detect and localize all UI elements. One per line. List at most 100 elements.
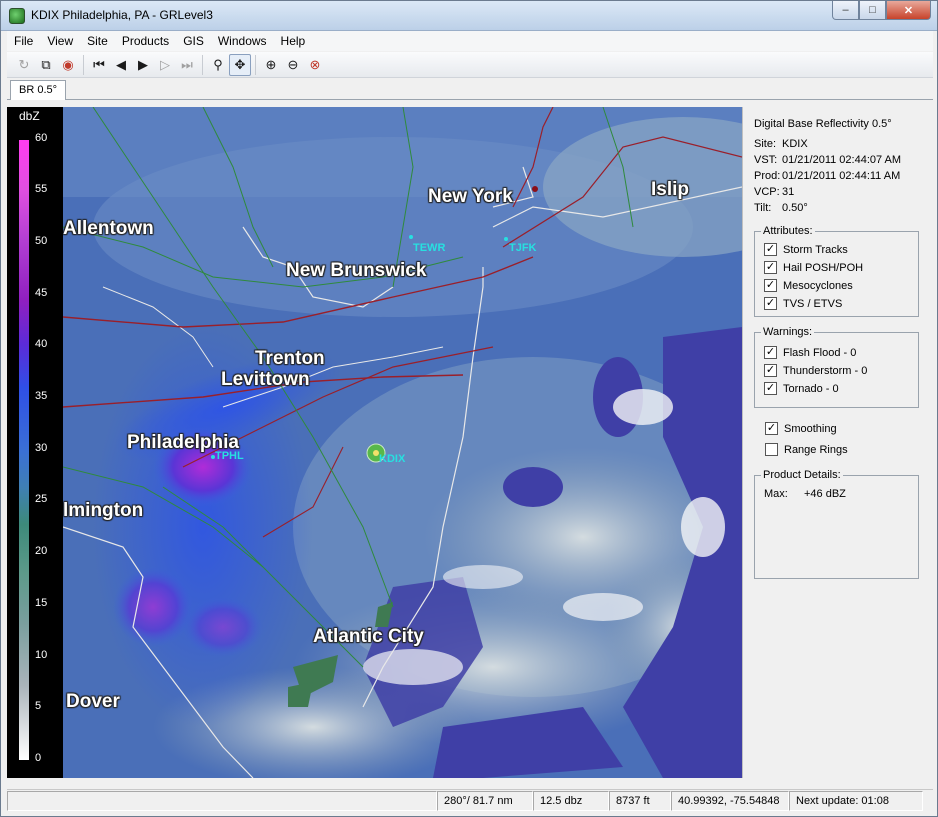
info-panel: Digital Base Reflectivity 0.5° Site: KDI… [742,107,933,778]
checkbox-label: Storm Tracks [783,243,848,256]
prod-label: Prod: [754,170,781,182]
tilt-label: Tilt: [754,202,772,214]
stop-icon[interactable]: ◉ [57,54,79,76]
station-label: TPHL [215,450,244,462]
status-coords: 40.99392, -75.54848 [671,791,789,811]
color-scale-label: 55 [35,183,48,195]
checkbox-smoothing[interactable]: ✓ Smoothing [765,422,837,435]
pan-icon[interactable]: ✥ [229,53,251,76]
color-scale-label: 60 [35,132,48,144]
station-label: KDIX [379,453,406,465]
city-label: New Brunswick [286,260,427,281]
attributes-title: Attributes: [761,225,815,237]
site-label: Site: [754,138,777,150]
tab-br-05[interactable]: BR 0.5° [10,80,67,100]
color-scale-label: 0 [35,752,42,764]
vcp-value: 31 [782,186,795,198]
checkbox-label: TVS / ETVS [783,297,843,310]
checkbox-label: Mesocyclones [783,279,853,292]
menu-site[interactable]: Site [80,31,115,51]
checkbox-check-icon[interactable]: ✓ [764,279,777,292]
toolbar-separator [255,54,256,75]
checkbox-empty-icon[interactable] [765,443,778,456]
status-dbz: 12.5 dbz [533,791,609,811]
city-label: Islip [651,179,690,200]
toolbar-separator [202,54,203,75]
checkbox-flash-flood[interactable]: ✓ Flash Flood - 0 [764,346,856,359]
station-label: TEWR [413,242,446,254]
checkbox-hail[interactable]: ✓ Hail POSH/POH [764,261,863,274]
radar-map[interactable]: Allentown New York Islip New Brunswick T… [63,107,742,778]
menu-windows[interactable]: Windows [211,31,274,51]
refresh-icon[interactable]: ↻ [13,54,35,76]
color-scale-label: 5 [35,700,42,712]
title-bar[interactable]: KDIX Philadelphia, PA - GRLevel3 – □ ✕ [1,1,937,31]
checkbox-storm-tracks[interactable]: ✓ Storm Tracks [764,243,848,256]
checkbox-label: Smoothing [784,422,837,435]
vst-label: VST: [754,154,778,166]
minimize-button[interactable]: – [832,1,859,20]
radar-app-icon [9,8,25,24]
checkbox-check-icon[interactable]: ✓ [764,346,777,359]
menu-file[interactable]: File [7,31,40,51]
tilt-value: 0.50° [782,202,808,214]
window-controls: – □ ✕ [832,1,931,21]
city-label: Levittown [221,369,310,390]
checkbox-range-rings[interactable]: Range Rings [765,443,848,456]
checkbox-label: Tornado - 0 [783,382,839,395]
first-frame-icon[interactable]: ⏮ [88,54,110,76]
window-title: KDIX Philadelphia, PA - GRLevel3 [31,8,213,22]
menu-help[interactable]: Help [274,31,313,51]
play-icon[interactable]: ▶ [132,54,154,76]
menu-products[interactable]: Products [115,31,176,51]
next-frame-icon[interactable]: ▷ [154,54,176,76]
checkbox-label: Flash Flood - 0 [783,346,857,359]
city-label: Trenton [255,348,325,369]
city-label: Dover [66,691,120,712]
max-label: Max: [764,488,788,500]
last-frame-icon[interactable]: ⏭ [176,54,198,76]
product-details-title: Product Details: [761,469,843,481]
toolbar: ↻ ⧉ ◉ ⏮ ◀ ▶ ▷ ⏭ ⚲ ✥ ⊕ ⊖ ⊗ [7,52,933,78]
checkbox-check-icon[interactable]: ✓ [765,422,778,435]
color-scale-label: 40 [35,338,48,350]
copy-icon[interactable]: ⧉ [35,54,57,76]
checkbox-check-icon[interactable]: ✓ [764,261,777,274]
product-name: Digital Base Reflectivity 0.5° [754,118,892,130]
status-cursor: 280°/ 81.7 nm [437,791,533,811]
checkbox-label: Hail POSH/POH [783,261,864,274]
menu-gis[interactable]: GIS [176,31,211,51]
city-label: Allentown [63,218,154,239]
color-scale-label: 30 [35,442,48,454]
site-value: KDIX [782,138,808,150]
checkbox-tornado[interactable]: ✓ Tornado - 0 [764,382,839,395]
checkbox-thunderstorm[interactable]: ✓ Thunderstorm - 0 [764,364,867,377]
menu-view[interactable]: View [40,31,80,51]
checkbox-check-icon[interactable]: ✓ [764,243,777,256]
attributes-group: Attributes: ✓ Storm Tracks ✓ Hail POSH/POH… [754,225,919,317]
city-label: New York [428,186,513,207]
maximize-button[interactable]: □ [859,1,886,20]
zoom-out-icon[interactable]: ⊖ [282,54,304,76]
toolbar-separator [83,54,84,75]
prev-frame-icon[interactable]: ◀ [110,54,132,76]
vcp-label: VCP: [754,186,780,198]
zoom-in-icon[interactable]: ⊕ [260,54,282,76]
color-scale-label: 10 [35,649,48,661]
checkbox-tvs[interactable]: ✓ TVS / ETVS [764,297,842,310]
app-window: KDIX Philadelphia, PA - GRLevel3 – □ ✕ F… [0,0,938,817]
zoom-reset-icon[interactable]: ⊗ [304,54,326,76]
checkbox-check-icon[interactable]: ✓ [764,382,777,395]
city-label: lmington [63,500,144,521]
checkbox-check-icon[interactable]: ✓ [764,364,777,377]
color-scale-label: 25 [35,493,48,505]
color-scale-label: 45 [35,287,48,299]
status-next-update: Next update: 01:08 [789,791,923,811]
checkbox-mesocyclones[interactable]: ✓ Mesocyclones [764,279,853,292]
color-scale-label: 15 [35,597,48,609]
color-scale-label: 50 [35,235,48,247]
close-button[interactable]: ✕ [886,1,931,20]
zoom-icon[interactable]: ⚲ [207,54,229,76]
station-label: TJFK [509,242,537,254]
checkbox-check-icon[interactable]: ✓ [764,297,777,310]
